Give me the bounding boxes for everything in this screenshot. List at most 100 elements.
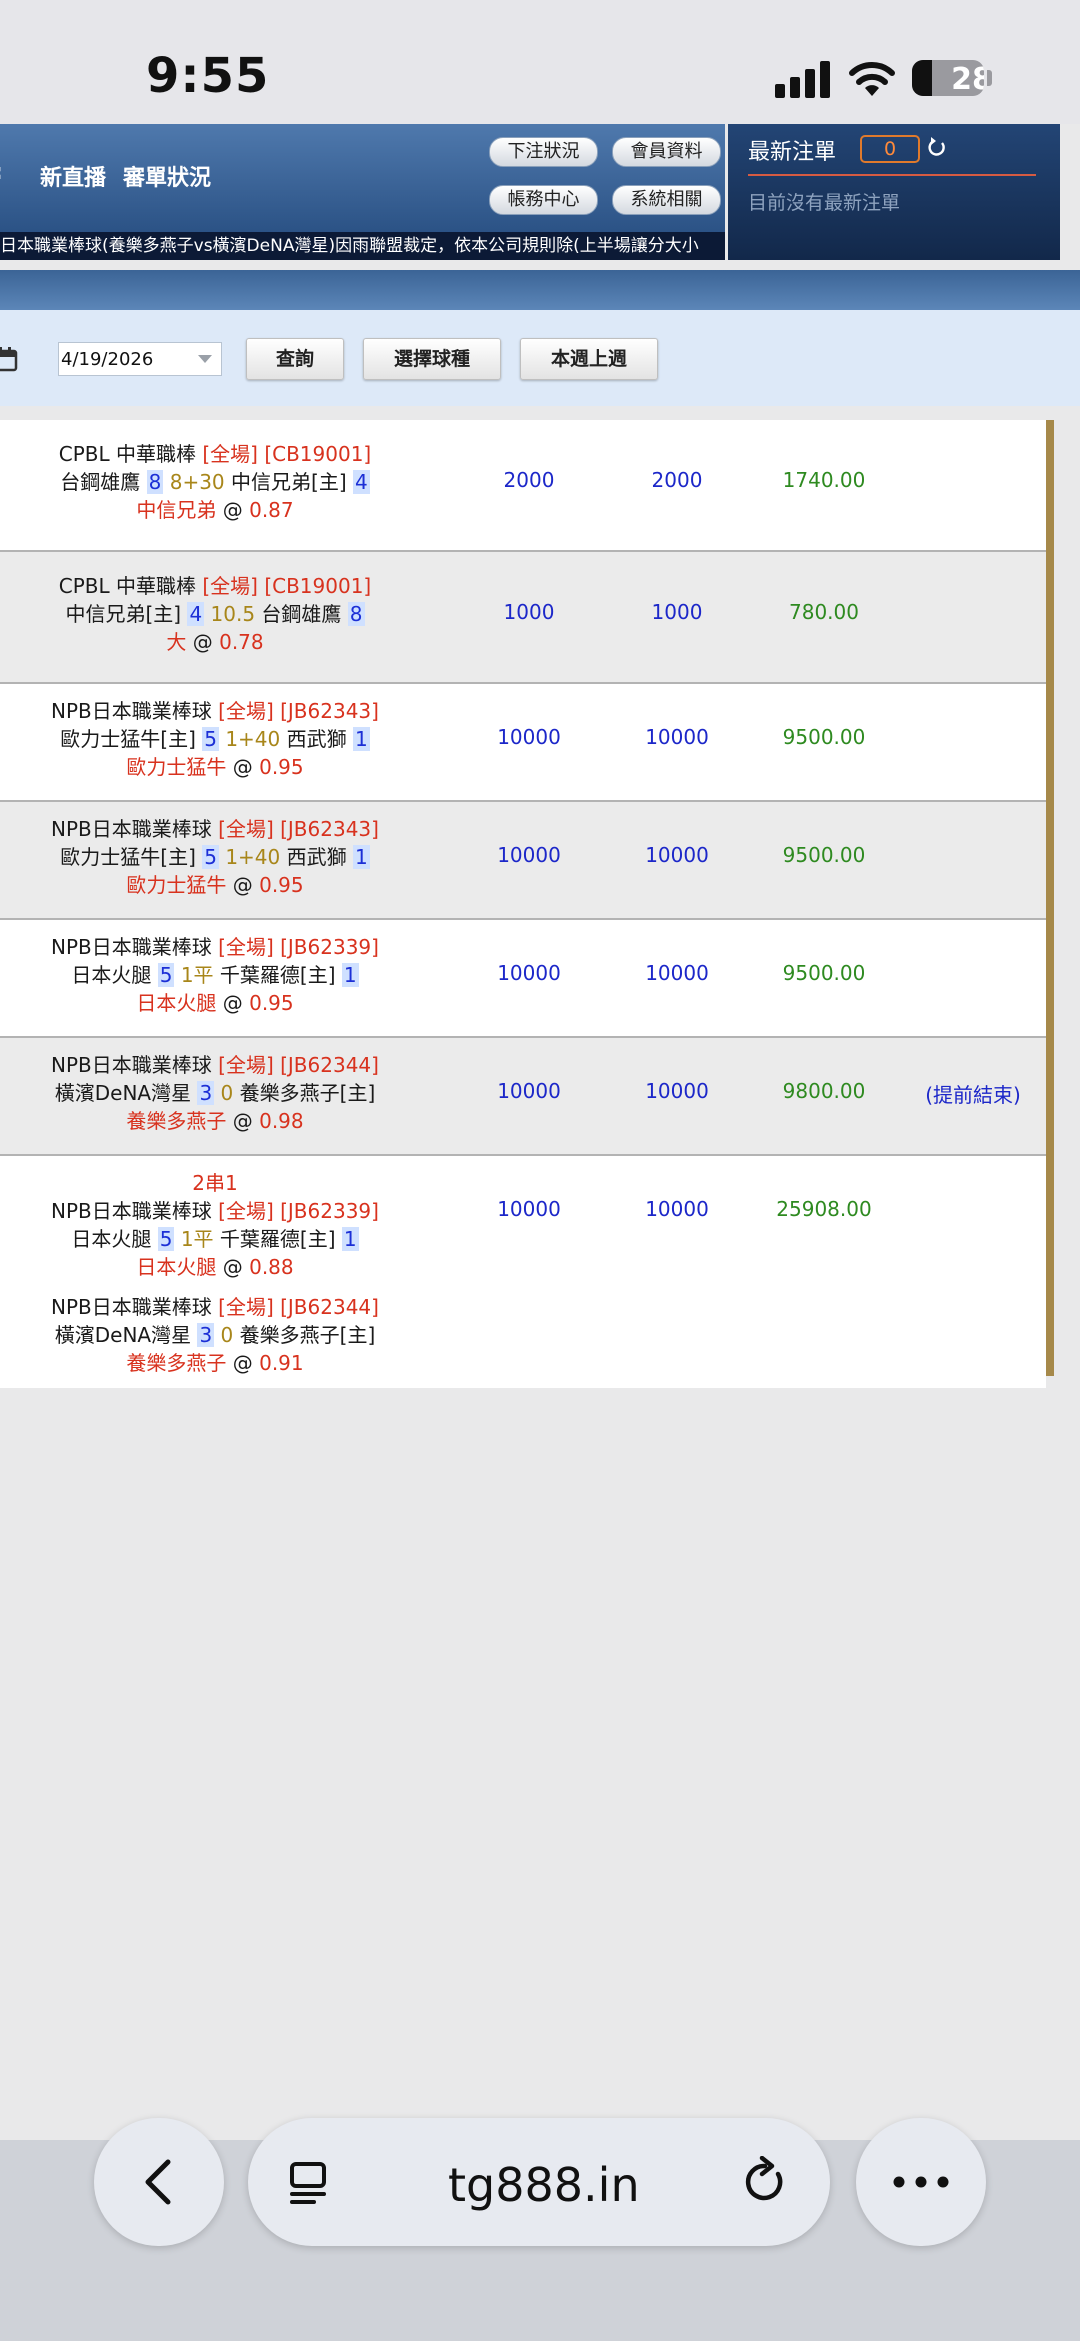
result-amount: 1740.00 [782,468,866,492]
tabs-icon[interactable] [288,2160,334,2206]
pick-odds: 0.78 [219,630,264,654]
team-b: 台鋼雄鷹 [261,602,342,626]
parlay-label: 2串1 [192,1171,238,1195]
pick-name: 養樂多燕子 [126,1109,227,1133]
scrollbar[interactable] [1046,420,1054,1376]
more-button[interactable] [856,2118,986,2246]
bet-row: NPB日本職業棒球 [全場] [JB62343] 歐力士猛牛[主] 5 1+40… [0,684,1046,802]
bet-info: NPB日本職業棒球 [全場] [JB62339] 日本火腿 5 1平 千葉羅德[… [51,935,379,1015]
handicap-line: 1+40 [225,727,281,751]
stake-amount: 10000 [497,1079,561,1103]
pick-name: 養樂多燕子 [126,1351,227,1375]
bet-info: CPBL 中華職棒 [全場] [CB19001] 中信兄弟[主] 4 10.5 … [58,574,372,654]
pick-name: 歐力士猛牛 [126,873,227,897]
reload-icon[interactable] [740,2156,790,2208]
valid-amount: 10000 [645,1079,709,1103]
bet-info: NPB日本職業棒球 [全場] [JB62343] 歐力士猛牛[主] 5 1+40… [51,699,379,779]
result-amount: 9500.00 [782,843,866,867]
pick-odds: 0.95 [249,991,294,1015]
member-info-button[interactable]: 會員資料 [612,137,721,167]
nav-link-live[interactable]: 新直播 [40,160,106,192]
handicap-line: 0 [220,1081,234,1105]
team-a: 歐力士猛牛[主] [60,845,196,869]
handicap-line: 1平 [180,963,214,987]
league-name: NPB日本職業棒球 [51,1053,212,1077]
pick-name: 日本火腿 [136,991,217,1015]
battery-tip [987,70,992,86]
team-b: 養樂多燕子[主] [239,1081,376,1105]
this-week-last-week-button[interactable]: 本週上週 [520,338,658,380]
result-amount: 780.00 [789,600,859,624]
stake-amount: 10000 [497,725,561,749]
header-band [0,270,1080,310]
handicap-line: 1+40 [225,845,281,869]
calendar-icon[interactable] [0,346,18,372]
bet-list: CPBL 中華職棒 [全場] [CB19001] 台鋼雄鷹 8 8+30 中信兄… [0,420,1046,1388]
team-b: 養樂多燕子[主] [239,1323,376,1347]
latest-bets-divider [748,174,1036,176]
stake-amount: 1000 [503,600,555,624]
query-button[interactable]: 查詢 [246,338,344,380]
chevron-down-icon[interactable] [198,355,212,363]
bet-row: NPB日本職業棒球 [全場] [JB62343] 歐力士猛牛[主] 5 1+40… [0,802,1046,920]
status-bar: 9:55 28 [0,0,1080,124]
team-a: 中信兄弟[主] [65,602,182,626]
league-name: NPB日本職業棒球 [51,817,212,841]
nav-link-partial[interactable]: : [0,160,3,185]
team-a: 日本火腿 [71,1227,152,1251]
result-amount: 9500.00 [782,961,866,985]
bet-tag: [全場] [JB62344] [218,1053,379,1077]
refresh-icon[interactable] [926,134,948,160]
bet-row: NPB日本職業棒球 [全場] [JB62339] 日本火腿 5 1平 千葉羅德[… [0,920,1046,1038]
bet-status-button[interactable]: 下注狀況 [489,137,598,167]
nav-link-review-status[interactable]: 審單狀況 [123,160,211,192]
pick-odds: 0.95 [259,755,304,779]
more-dots-icon [893,2176,949,2188]
bet-info: CPBL 中華職棒 [全場] [CB19001] 台鋼雄鷹 8 8+30 中信兄… [58,442,372,522]
score-a: 5 [202,727,219,751]
team-a: 橫濱DeNA灣星 [54,1081,192,1105]
latest-bets-empty: 目前沒有最新注單 [748,192,901,214]
league-name: NPB日本職業棒球 [51,699,212,723]
score-a: 8 [146,470,164,494]
pick-odds: 0.91 [259,1351,304,1375]
team-a: 橫濱DeNA灣星 [54,1323,192,1347]
parlay-info: 2串1 NPB日本職業棒球 [全場] [JB62339] 日本火腿 5 1平 千… [51,1171,379,1375]
bet-row: NPB日本職業棒球 [全場] [JB62344] 橫濱DeNA灣星 3 0 養樂… [0,1038,1046,1156]
early-finish-note: (提前結束) [925,1083,1021,1107]
latest-bets-title: 最新注單 [748,140,837,165]
pick-odds: 0.98 [259,1109,304,1133]
league-name: NPB日本職業棒球 [51,935,212,959]
bet-row: CPBL 中華職棒 [全場] [CB19001] 台鋼雄鷹 8 8+30 中信兄… [0,420,1046,552]
valid-amount: 10000 [645,725,709,749]
pick-odds: 0.87 [249,498,294,522]
account-center-button[interactable]: 帳務中心 [489,185,598,215]
bet-tag: [全場] [JB62343] [218,817,379,841]
bet-row: CPBL 中華職棒 [全場] [CB19001] 中信兄弟[主] 4 10.5 … [0,552,1046,684]
score-a: 5 [202,845,219,869]
select-sport-button[interactable]: 選擇球種 [363,338,501,380]
score-a: 3 [197,1081,215,1105]
latest-bets-count: 0 [860,135,920,163]
bet-info: NPB日本職業棒球 [全場] [JB62344] 橫濱DeNA灣星 3 0 養樂… [51,1053,379,1133]
score-a: 3 [197,1323,215,1347]
valid-amount: 10000 [645,961,709,985]
system-button[interactable]: 系統相關 [612,185,721,215]
chevron-left-icon [145,2159,171,2205]
bet-tag: [全場] [JB62339] [218,1199,379,1223]
score-b: 8 [347,602,365,626]
status-time: 9:55 [146,48,270,104]
league-name: CPBL 中華職棒 [58,442,196,466]
team-b: 西武獅 [286,845,347,869]
back-button[interactable] [94,2118,224,2246]
score-a: 5 [157,963,175,987]
score-a: 4 [187,602,205,626]
score-b: 4 [352,470,370,494]
valid-amount: 2000 [651,468,703,492]
result-amount: 9800.00 [782,1079,866,1103]
announcement-ticker: 日本職業棒球(養樂多燕子vs橫濱DeNA灣星)因雨聯盟裁定，依本公司規則除(上半… [0,232,725,260]
pick-odds: 0.95 [259,873,304,897]
team-a: 歐力士猛牛[主] [60,727,196,751]
handicap-line: 1平 [180,1227,214,1251]
pick-name: 日本火腿 [136,1255,217,1279]
